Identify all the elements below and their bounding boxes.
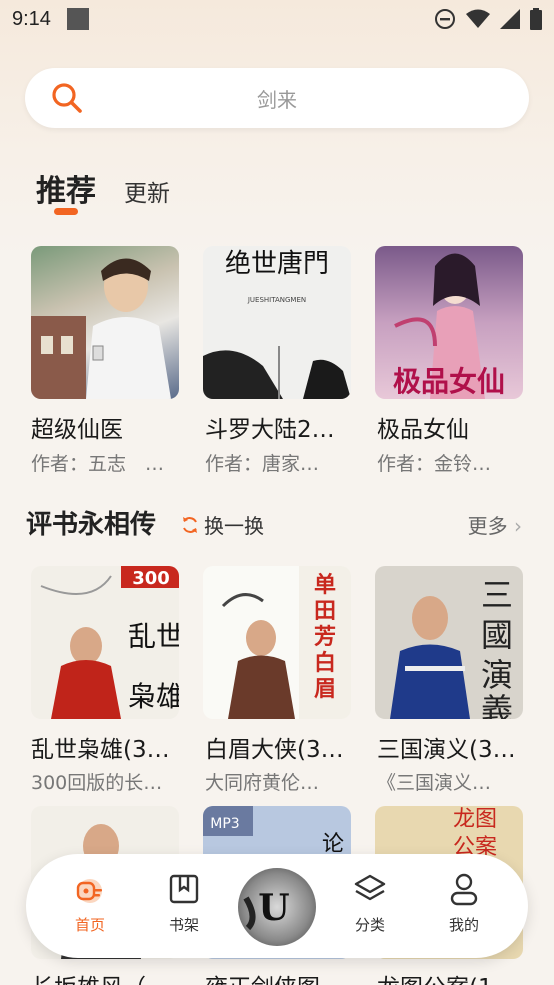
book-author: 作者：金铃… <box>377 453 492 475</box>
svg-text:眉: 眉 <box>314 676 336 702</box>
refresh-icon <box>183 516 197 533</box>
tab-indicator <box>54 208 78 215</box>
book-desc: 大同府黄伦… <box>205 772 320 794</box>
svg-text:JUESHITANGMEN: JUESHITANGMEN <box>247 296 306 304</box>
book-title[interactable]: 雍正剑侠图 <box>205 968 355 985</box>
book-cover[interactable]: 绝世唐門 JUESHITANGMEN <box>203 246 351 399</box>
svg-text:國: 國 <box>481 616 513 654</box>
section-title: 评书永相传 <box>26 510 157 540</box>
book-cover[interactable]: 三 國 演 義 <box>375 566 523 719</box>
book-title[interactable]: 龙图公案(1 <box>377 968 527 985</box>
svg-text:義: 義 <box>481 691 513 719</box>
svg-text:演: 演 <box>481 656 513 694</box>
book-desc: 300回版的长… <box>31 772 163 794</box>
svg-text:绝世唐門: 绝世唐門 <box>225 249 329 279</box>
book-title[interactable]: 极品女仙 <box>377 410 527 444</box>
signal-icon <box>500 9 520 29</box>
bottom-navigation: 首页 书架 U 分类 我的 <box>26 854 528 958</box>
status-time: 9:14 <box>12 7 51 30</box>
tab-recommend[interactable]: 推荐 <box>36 166 96 210</box>
section-header: 评书永相传 换一换 更多 › <box>26 500 526 544</box>
dnd-icon <box>435 9 455 29</box>
book-title[interactable]: 白眉大侠(3… <box>205 730 355 764</box>
book-title[interactable]: 乱世枭雄(3… <box>31 730 181 764</box>
book-desc: 《三国演义… <box>377 772 492 794</box>
book-title[interactable]: 斗罗大陆2… <box>205 410 355 444</box>
svg-text:极品女仙: 极品女仙 <box>393 365 505 398</box>
more-button[interactable]: 更多 › <box>468 510 522 539</box>
book-cover[interactable]: 单 田 芳 白 眉 <box>203 566 351 719</box>
svg-text:三: 三 <box>481 576 513 614</box>
svg-text:U: U <box>258 887 289 929</box>
svg-text:芳: 芳 <box>314 624 336 650</box>
book-author: 作者：唐家… <box>205 453 320 475</box>
svg-text:300: 300 <box>132 568 170 589</box>
battery-icon <box>530 8 542 30</box>
svg-text:枭雄: 枭雄 <box>128 680 179 713</box>
svg-text:白: 白 <box>314 650 336 676</box>
refresh-button[interactable]: 换一换 <box>180 510 264 539</box>
status-bar: 9:14 <box>0 0 554 38</box>
book-title[interactable]: 超级仙医 <box>31 410 181 444</box>
disc-art-icon: U <box>243 887 290 931</box>
book-cover[interactable]: 300 乱世 枭雄 <box>31 566 179 719</box>
svg-text:MP3: MP3 <box>210 816 239 832</box>
nav-shelf-label: 书架 <box>168 916 199 934</box>
svg-text:单: 单 <box>314 572 336 598</box>
svg-text:田: 田 <box>314 598 336 624</box>
nav-home-label: 首页 <box>74 916 105 934</box>
book-title[interactable]: 三国演义(3… <box>377 730 527 764</box>
search-bar[interactable]: 剑来 <box>25 68 529 128</box>
wifi-icon <box>466 9 490 28</box>
more-label: 更多 <box>467 514 508 538</box>
notification-icon <box>66 8 89 30</box>
refresh-label: 换一换 <box>204 514 264 538</box>
home-icon <box>76 879 102 903</box>
nav-category-label: 分类 <box>354 916 385 934</box>
svg-text:乱世: 乱世 <box>128 620 179 653</box>
book-author: 作者：五志 … <box>31 453 165 475</box>
nav-category[interactable]: 分类 <box>330 870 410 935</box>
chevron-right-icon: › <box>514 514 522 538</box>
search-icon <box>52 83 82 113</box>
nav-home[interactable]: 首页 <box>50 870 130 935</box>
tab-update[interactable]: 更新 <box>124 174 170 208</box>
book-title[interactable]: 长坂雄风（ <box>31 968 181 985</box>
header-background <box>0 0 554 260</box>
book-cover[interactable]: 极品女仙 <box>375 246 523 399</box>
layers-icon <box>354 874 386 901</box>
svg-text:龙图: 龙图 <box>453 807 497 832</box>
nav-mine[interactable]: 我的 <box>424 870 504 935</box>
search-placeholder: 剑来 <box>257 87 297 112</box>
bookshelf-icon <box>169 874 199 904</box>
user-icon <box>450 873 478 906</box>
nav-shelf[interactable]: 书架 <box>144 870 224 935</box>
book-cover[interactable] <box>31 246 179 399</box>
nav-mine-label: 我的 <box>448 916 479 934</box>
now-playing-disc[interactable]: U <box>238 868 316 946</box>
